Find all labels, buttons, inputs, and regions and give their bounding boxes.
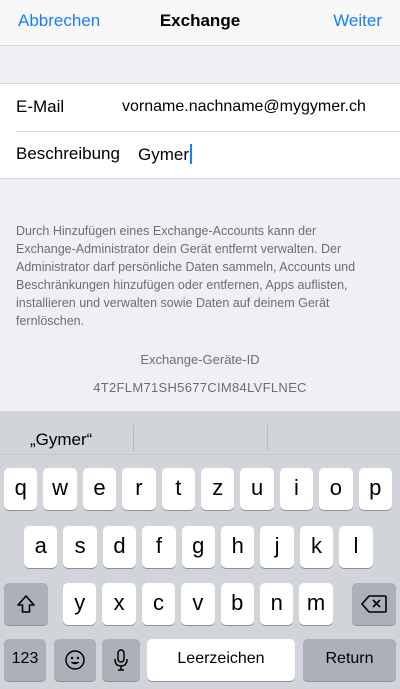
key-z[interactable]: z: [201, 468, 235, 510]
navigation-bar: Abbrechen Exchange Weiter: [0, 0, 400, 46]
description-label: Beschreibung: [16, 144, 120, 163]
emoji-key[interactable]: [54, 639, 96, 681]
description-field[interactable]: Gymer: [138, 144, 192, 165]
key-s[interactable]: s: [63, 526, 97, 568]
suggestion-divider: [133, 425, 134, 451]
key-d[interactable]: d: [102, 526, 137, 568]
key-c[interactable]: c: [141, 583, 176, 625]
suggestion-bar: „Gymer“: [0, 411, 400, 455]
return-key[interactable]: Return: [303, 639, 396, 681]
key-i[interactable]: i: [279, 468, 314, 510]
key-q[interactable]: q: [4, 468, 38, 510]
key-e[interactable]: e: [82, 468, 117, 510]
suggestion-divider: [267, 425, 268, 451]
info-text: Durch Hinzufügen eines Exchange-Accounts…: [16, 224, 356, 328]
key-n[interactable]: n: [260, 583, 294, 625]
key-k[interactable]: k: [299, 526, 334, 568]
key-r[interactable]: r: [122, 468, 156, 510]
key-o[interactable]: o: [319, 468, 353, 510]
key-j[interactable]: j: [260, 526, 294, 568]
microphone-key[interactable]: [102, 639, 140, 681]
numbers-key[interactable]: 123: [4, 639, 46, 681]
key-l[interactable]: l: [339, 526, 373, 568]
delete-key[interactable]: [352, 583, 396, 625]
key-w[interactable]: w: [43, 468, 77, 510]
shift-key[interactable]: [4, 583, 48, 625]
key-b[interactable]: b: [220, 583, 254, 625]
space-key[interactable]: Leerzeichen: [147, 639, 295, 681]
suggestion-item[interactable]: „Gymer“: [30, 430, 92, 450]
key-y[interactable]: y: [63, 583, 97, 625]
key-g[interactable]: g: [181, 526, 215, 568]
key-x[interactable]: x: [102, 583, 136, 625]
email-row[interactable]: E-Mail vorname.nachname@mygymer.ch: [0, 84, 400, 131]
key-h[interactable]: h: [221, 526, 255, 568]
key-m[interactable]: m: [299, 583, 333, 625]
key-p[interactable]: p: [358, 468, 392, 510]
key-t[interactable]: t: [161, 468, 195, 510]
email-field[interactable]: vorname.nachname@mygymer.ch: [122, 98, 366, 116]
key-f[interactable]: f: [142, 526, 176, 568]
next-button[interactable]: Weiter: [333, 11, 382, 31]
text-cursor: [190, 144, 192, 164]
keyboard: „Gymer“ qwertzuiop asdfghjkl yxcvbnm 123…: [0, 411, 400, 689]
account-form: E-Mail vorname.nachname@mygymer.ch Besch…: [0, 83, 400, 179]
email-label: E-Mail: [16, 97, 65, 116]
device-id-label: Exchange-Geräte-ID: [140, 352, 260, 367]
device-id-value: 4T2FLM71SH5677CIM84LVFLNEC: [93, 380, 307, 395]
key-v[interactable]: v: [181, 583, 215, 625]
key-a[interactable]: a: [24, 526, 58, 568]
description-row[interactable]: Beschreibung Gymer: [0, 131, 400, 178]
description-value: Gymer: [138, 145, 189, 164]
key-u[interactable]: u: [240, 468, 274, 510]
